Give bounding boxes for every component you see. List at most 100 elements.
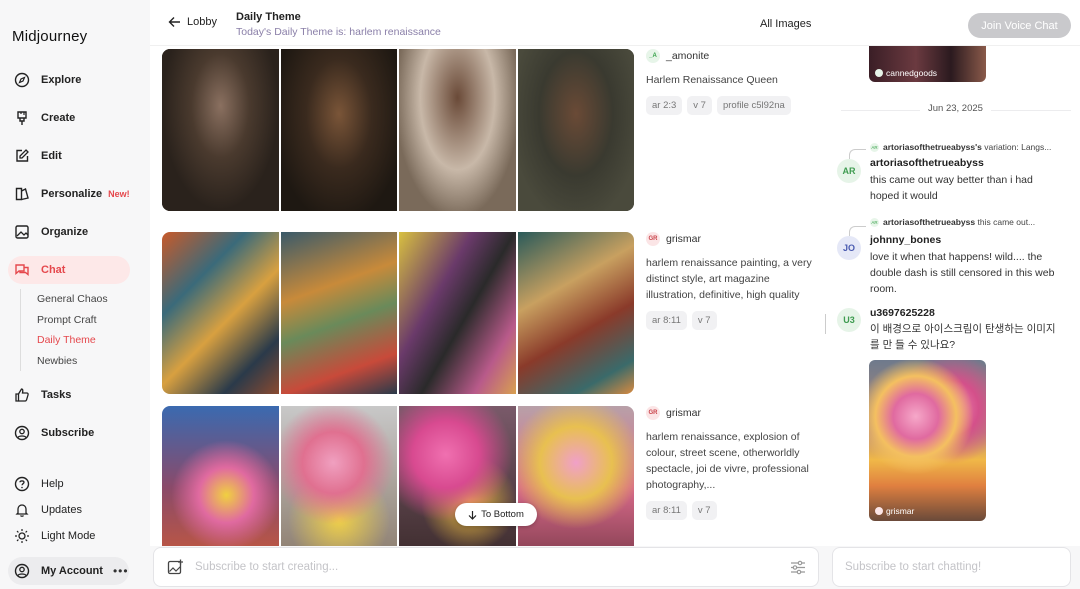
chat-room-daily-theme[interactable]: Daily Theme [37, 334, 96, 346]
avatar: GR [646, 406, 660, 420]
chat-panel: cannedgoods Jun 23, 2025 AR artoriasofthe… [820, 46, 1080, 546]
sidebar-item-explore[interactable]: Explore [8, 66, 130, 94]
arrow-left-icon [168, 17, 180, 27]
avatar: AR [870, 218, 879, 228]
param-tag[interactable]: profile c5l92na [716, 96, 791, 115]
my-account-button[interactable]: My Account ••• [8, 557, 129, 585]
all-images-link[interactable]: All Images [760, 18, 811, 30]
chat-image[interactable]: grismar [869, 360, 986, 521]
avatar[interactable]: JO [837, 236, 861, 260]
reply-user: artoriasofthetrueabyss [883, 217, 976, 227]
sidebar-item-label: Tasks [41, 389, 72, 401]
param-tag[interactable]: ar 2:3 [646, 96, 683, 115]
to-bottom-button[interactable]: To Bottom [455, 503, 537, 526]
message-author[interactable]: u3697625228 [870, 307, 935, 319]
back-to-lobby-button[interactable]: Lobby [168, 16, 217, 28]
avatar[interactable]: U3 [837, 308, 861, 332]
post-meta: GR grismar harlem renaissance, explosion… [646, 406, 820, 520]
sidebar: Midjourney Explore Create Edit Personali… [0, 0, 140, 589]
chat-input-placeholder[interactable]: Subscribe to start chatting! [845, 561, 981, 573]
chat-input[interactable]: Subscribe to start chatting! [832, 547, 1071, 587]
author-name: grismar [666, 407, 702, 419]
chat-room-general-chaos[interactable]: General Chaos [37, 293, 108, 305]
edit-icon [13, 147, 31, 165]
sidebar-item-create[interactable]: Create [8, 104, 130, 132]
message-author[interactable]: johnny_bones [870, 234, 941, 246]
sidebar-item-chat[interactable]: Chat [8, 256, 130, 284]
page-title: Daily Theme [236, 11, 301, 23]
author-name: _amonite [666, 50, 710, 62]
reply-connector [849, 226, 866, 236]
image-grid [162, 49, 634, 211]
sidebar-item-help[interactable]: Help [8, 470, 130, 498]
generated-image[interactable] [280, 232, 397, 394]
create-input-placeholder[interactable]: Subscribe to start creating... [195, 561, 338, 573]
generated-image[interactable] [399, 232, 516, 394]
sidebar-item-label: Organize [41, 226, 89, 238]
generated-image[interactable] [162, 406, 279, 546]
sidebar-item-label: Help [41, 478, 64, 490]
param-tag[interactable]: ar 8:11 [646, 501, 687, 520]
avatar [875, 507, 883, 515]
post-prompt[interactable]: harlem renaissance painting, a very dist… [646, 255, 820, 303]
sidebar-item-label: Create [41, 112, 76, 124]
post-author[interactable]: _A _amonite [646, 49, 820, 63]
reply-preview[interactable]: AR artoriasofthetrueabyss's variation: La… [848, 142, 1052, 153]
more-icon[interactable]: ••• [113, 564, 129, 578]
post-author[interactable]: GR grismar [646, 406, 820, 420]
post-meta: GR grismar harlem renaissance painting, … [646, 232, 820, 330]
generated-image[interactable] [517, 232, 634, 394]
sidebar-item-label: Updates [41, 504, 82, 516]
image-author: grismar [886, 506, 915, 516]
param-tag[interactable]: ar 8:11 [646, 311, 687, 330]
message-author[interactable]: artoriasofthetrueabyss [870, 157, 984, 169]
compass-icon [13, 71, 31, 89]
sidebar-item-label: Light Mode [41, 530, 96, 542]
back-label: Lobby [187, 16, 217, 28]
feed-post: _A _amonite Harlem Renaissance Queen ar … [162, 49, 820, 211]
generated-image[interactable] [280, 406, 397, 546]
avatar: _A [646, 49, 660, 63]
thumbs-up-icon [13, 386, 31, 404]
chat-image-thumbnail[interactable]: cannedgoods [869, 46, 986, 82]
generated-image[interactable] [162, 49, 279, 211]
create-prompt-bar[interactable]: Subscribe to start creating... [153, 547, 819, 587]
param-tag[interactable]: v 7 [687, 96, 712, 115]
brand-logo[interactable]: Midjourney [12, 28, 87, 45]
parameter-tags: ar 2:3 v 7 profile c5l92na [646, 96, 820, 115]
reply-user: artoriasofthetrueabyss's [883, 142, 982, 152]
date-label: Jun 23, 2025 [920, 103, 991, 114]
subscribe-icon [13, 424, 31, 442]
sidebar-item-personalize[interactable]: Personalize New! [8, 180, 130, 208]
thread-indicator [825, 314, 826, 334]
sidebar-item-label: Personalize [41, 188, 103, 200]
generated-image[interactable] [162, 232, 279, 394]
sidebar-item-edit[interactable]: Edit [8, 142, 130, 170]
sidebar-item-organize[interactable]: Organize [8, 218, 130, 246]
sidebar-item-updates[interactable]: Updates [8, 496, 130, 524]
sidebar-item-subscribe[interactable]: Subscribe [8, 419, 130, 447]
sidebar-item-tasks[interactable]: Tasks [8, 381, 130, 409]
sidebar-item-light-mode[interactable]: Light Mode [8, 522, 130, 550]
brush-icon [13, 109, 31, 127]
add-image-icon[interactable] [167, 559, 184, 581]
settings-sliders-icon[interactable] [790, 560, 806, 580]
arrow-down-icon [468, 510, 477, 520]
generated-image[interactable] [280, 49, 397, 211]
param-tag[interactable]: v 7 [691, 501, 717, 520]
post-author[interactable]: GR grismar [646, 232, 820, 246]
chat-room-prompt-craft[interactable]: Prompt Craft [37, 314, 97, 326]
reply-preview[interactable]: AR artoriasofthetrueabyss this came out..… [848, 217, 1035, 228]
post-prompt[interactable]: Harlem Renaissance Queen [646, 72, 820, 88]
feed-post: GR grismar harlem renaissance painting, … [162, 232, 820, 394]
param-tag[interactable]: v 7 [691, 311, 717, 330]
post-prompt[interactable]: harlem renaissance, explosion of colour,… [646, 429, 820, 493]
generated-image[interactable] [399, 49, 516, 211]
generated-image[interactable] [517, 406, 634, 546]
generated-image[interactable] [517, 49, 634, 211]
author-name: grismar [666, 233, 702, 245]
avatar[interactable]: AR [837, 159, 861, 183]
reply-text: variation: Langs... [984, 142, 1052, 152]
join-voice-chat-button[interactable]: Join Voice Chat [968, 13, 1071, 38]
chat-room-newbies[interactable]: Newbies [37, 355, 77, 367]
